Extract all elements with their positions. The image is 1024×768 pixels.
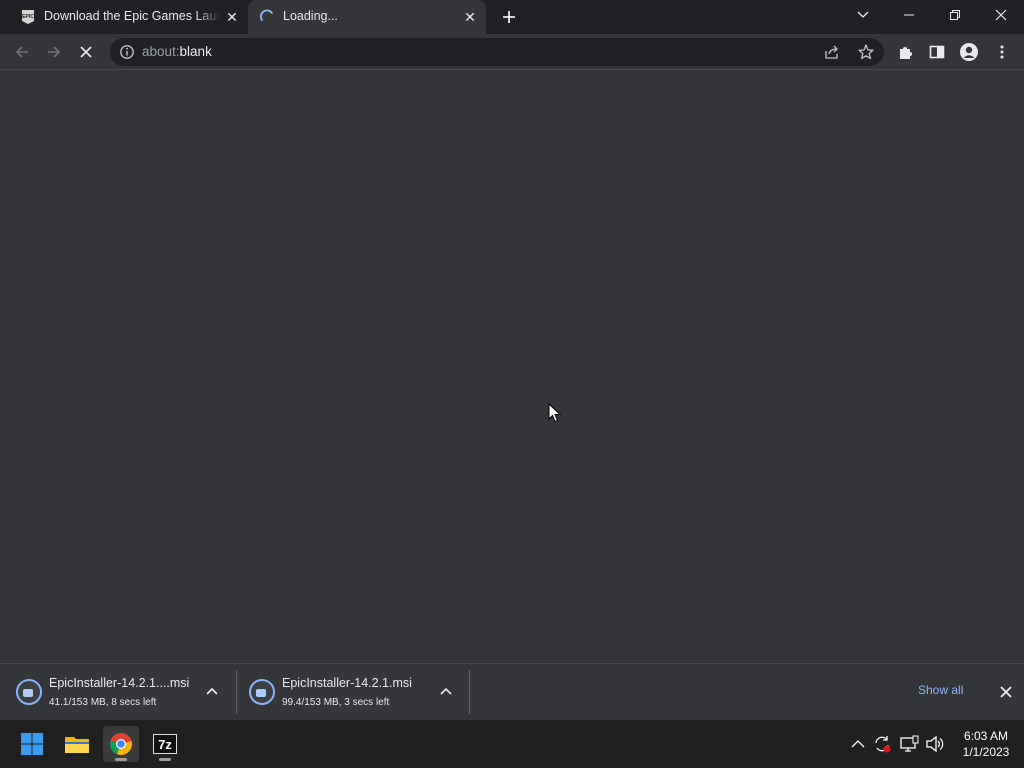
svg-text:EPIC: EPIC	[22, 14, 34, 20]
svg-text:7z: 7z	[158, 737, 172, 752]
address-bar[interactable]: about:blank	[110, 38, 884, 66]
file-explorer-icon	[65, 737, 89, 753]
chrome-icon	[110, 733, 132, 756]
installer-file-icon	[16, 679, 42, 705]
url-text[interactable]: about:blank	[142, 44, 212, 59]
chevron-up-icon[interactable]	[438, 684, 454, 700]
profile-avatar-icon	[960, 43, 978, 61]
close-icon	[995, 9, 1007, 21]
show-all-downloads-link[interactable]: Show all	[918, 683, 963, 697]
share-icon[interactable]	[824, 44, 840, 60]
more-vertical-icon	[1000, 45, 1004, 59]
download-filename: EpicInstaller-14.2.1.msi	[282, 676, 412, 690]
browser-menu-button[interactable]	[987, 37, 1017, 67]
side-panel-icon	[929, 45, 945, 59]
back-arrow-icon	[15, 46, 28, 58]
tab-loading[interactable]: Loading... ✕	[248, 0, 486, 34]
browser-toolbar: about:blank	[0, 34, 1024, 70]
tab-epic-games[interactable]: EPIC Download the Epic Games Launcher ✕	[0, 0, 246, 34]
taskbar-clock[interactable]: 6:03 AM 1/1/2023	[956, 728, 1016, 760]
show-hidden-icons-button[interactable]	[848, 734, 868, 754]
download-status: 41.1/153 MB, 8 secs left	[49, 697, 157, 708]
mouse-cursor-icon	[548, 403, 562, 423]
clock-time: 6:03 AM	[963, 729, 1009, 743]
tab-search-button[interactable]	[840, 0, 886, 30]
installer-file-icon	[249, 679, 275, 705]
network-monitor-icon	[900, 735, 919, 752]
speaker-icon	[926, 735, 944, 753]
7zip-icon: 7z	[153, 734, 177, 754]
tab-title: Loading...	[283, 9, 338, 23]
close-window-button[interactable]	[978, 0, 1024, 30]
new-tab-button[interactable]	[498, 6, 520, 28]
profile-button[interactable]	[954, 37, 984, 67]
windows-start-icon	[21, 733, 43, 755]
volume-icon[interactable]	[925, 734, 945, 754]
file-explorer-taskbar-button[interactable]	[59, 726, 95, 762]
side-panel-button[interactable]	[922, 37, 952, 67]
puzzle-piece-icon	[900, 47, 912, 59]
download-item[interactable]: EpicInstaller-14.2.1....msi 41.1/153 MB,…	[0, 664, 236, 720]
network-icon[interactable]	[899, 734, 919, 754]
sync-icon	[875, 736, 891, 753]
chevron-down-icon	[857, 11, 869, 18]
forward-arrow-icon	[48, 46, 61, 58]
tab-title: Download the Epic Games Launcher	[44, 9, 220, 23]
minimize-icon	[904, 14, 914, 16]
7zip-taskbar-button[interactable]: 7z	[147, 726, 183, 762]
clock-date: 1/1/2023	[962, 745, 1010, 759]
chevron-up-icon	[851, 740, 865, 748]
chevron-up-icon[interactable]	[204, 684, 220, 700]
tab-strip: EPIC Download the Epic Games Launcher ✕ …	[0, 0, 1024, 34]
loading-spinner-icon	[260, 9, 273, 21]
download-filename: EpicInstaller-14.2.1....msi	[49, 676, 190, 690]
chrome-taskbar-button[interactable]	[103, 726, 139, 762]
plus-icon	[503, 11, 515, 23]
windows-taskbar: 7z 6:03 AM 1/1/2023	[0, 720, 1024, 768]
forward-button[interactable]	[39, 37, 69, 67]
restore-icon	[950, 10, 960, 20]
bookmark-star-icon[interactable]	[857, 43, 875, 61]
epic-games-icon: EPIC	[22, 10, 34, 24]
stop-loading-button[interactable]	[71, 37, 101, 67]
minimize-button[interactable]	[886, 0, 932, 30]
tab-close-icon[interactable]: ✕	[462, 9, 478, 25]
back-button[interactable]	[7, 37, 37, 67]
download-shelf: EpicInstaller-14.2.1....msi 41.1/153 MB,…	[0, 663, 1024, 720]
info-icon[interactable]	[119, 44, 135, 60]
page-content	[0, 71, 1024, 663]
sync-status-icon[interactable]	[872, 734, 892, 754]
tab-close-icon[interactable]: ✕	[224, 9, 240, 25]
download-status: 99.4/153 MB, 3 secs left	[282, 697, 390, 708]
start-button[interactable]	[14, 726, 50, 762]
close-icon[interactable]	[998, 684, 1014, 700]
stop-icon	[80, 46, 92, 58]
restore-button[interactable]	[932, 0, 978, 30]
extensions-button[interactable]	[891, 37, 921, 67]
download-item[interactable]: EpicInstaller-14.2.1.msi 99.4/153 MB, 3 …	[233, 664, 469, 720]
